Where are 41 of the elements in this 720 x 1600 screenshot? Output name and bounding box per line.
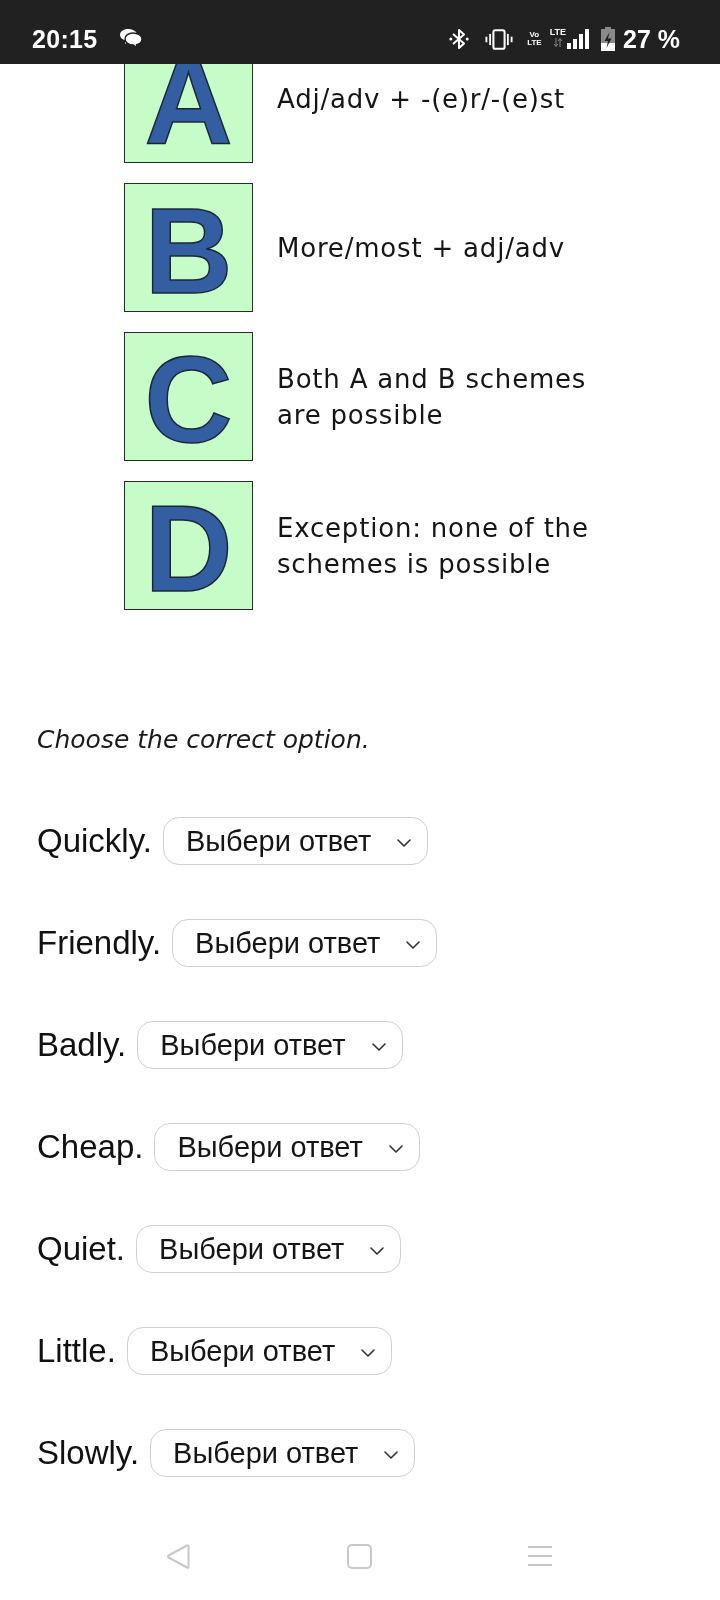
battery-charging-icon	[601, 27, 615, 51]
instruction-text: Choose the correct option.	[37, 724, 371, 756]
answer-dropdown[interactable]: Выбери ответ	[150, 1429, 416, 1477]
home-icon[interactable]	[346, 1543, 372, 1569]
chevron-down-icon	[406, 941, 421, 949]
back-icon[interactable]	[166, 1542, 190, 1570]
signal-bars-icon	[567, 29, 589, 49]
question-word: Quickly.	[37, 822, 152, 860]
vibrate-icon	[485, 28, 514, 50]
answer-dropdown[interactable]: Выбери ответ	[154, 1123, 420, 1171]
bluetooth-icon	[449, 27, 470, 51]
answer-dropdown[interactable]: Выбери ответ	[172, 919, 438, 967]
question-word: Badly.	[37, 1026, 127, 1064]
question-word: Slowly.	[37, 1434, 140, 1472]
chevron-down-icon	[371, 1043, 386, 1051]
scheme-description: Exception: none of the schemes is possible	[277, 511, 590, 581]
battery-percentage: 27 %	[623, 24, 680, 54]
question-word: Friendly.	[37, 924, 162, 962]
scheme-description: Both A and B schemes are possible	[277, 362, 588, 432]
network-type-label: LTE	[549, 27, 566, 37]
chevron-down-icon	[384, 1451, 399, 1459]
question-word: Cheap.	[37, 1128, 144, 1166]
letter-tile: D	[124, 481, 253, 610]
chevron-down-icon	[397, 839, 412, 847]
question-word: Little.	[37, 1332, 116, 1370]
letter-tile: C	[124, 332, 253, 461]
scheme-description: Adj/adv + -(e)r/-(e)st	[277, 82, 567, 116]
status-time: 20:15	[32, 24, 98, 54]
letter-tile: B	[124, 183, 253, 312]
answer-dropdown[interactable]: Выбери ответ	[126, 1327, 393, 1375]
answer-dropdown[interactable]: Выбери ответ	[137, 1021, 403, 1069]
chevron-down-icon	[370, 1247, 385, 1255]
volte-indicator: Vo LTE	[527, 31, 542, 47]
answer-dropdown[interactable]: Выбери ответ	[136, 1225, 402, 1273]
answer-dropdown[interactable]: Выбери ответ	[162, 817, 429, 865]
chevron-down-icon	[388, 1145, 403, 1153]
scheme-description: More/most + adj/adv	[277, 231, 566, 265]
menu-icon[interactable]	[528, 1545, 552, 1567]
chevron-down-icon	[361, 1349, 376, 1357]
question-word: Quiet.	[37, 1230, 126, 1268]
data-arrows-icon	[553, 37, 562, 47]
